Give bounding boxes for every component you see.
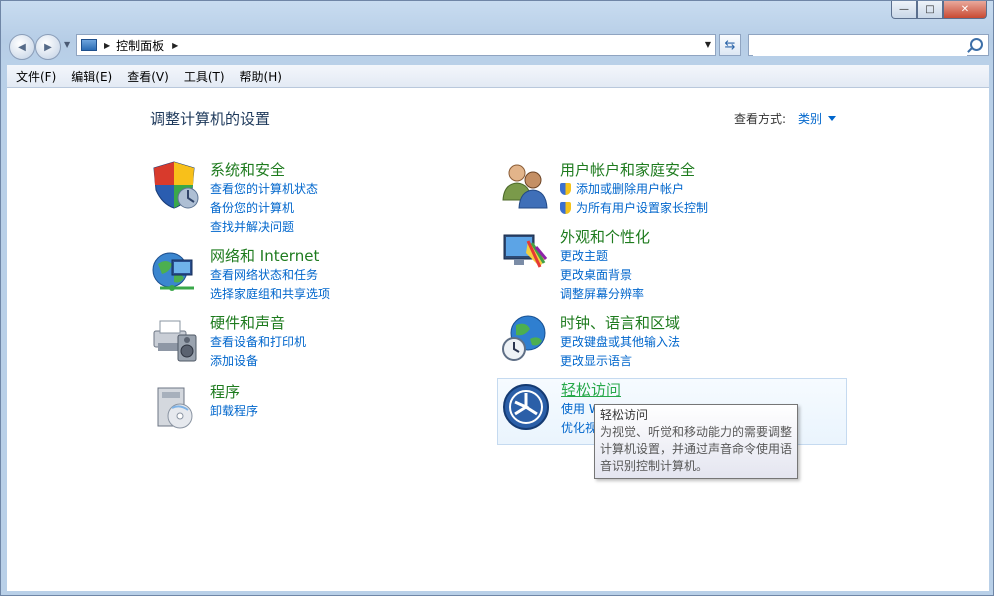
link-parental-controls[interactable]: 为所有用户设置家长控制 <box>560 199 708 218</box>
menu-view[interactable]: 查看(V) <box>118 68 175 85</box>
category-title[interactable]: 网络和 Internet <box>210 246 330 266</box>
view-by: 查看方式: 类别 <box>734 110 837 127</box>
link-view-computer-status[interactable]: 查看您的计算机状态 <box>210 180 318 199</box>
category-hardware-sound: 硬件和声音 查看设备和打印机 添加设备 <box>150 313 450 369</box>
users-icon[interactable] <box>500 160 550 210</box>
link-backup-computer[interactable]: 备份您的计算机 <box>210 199 318 218</box>
back-arrow-icon: ◀ <box>18 41 26 53</box>
network-globe-icon[interactable] <box>150 246 200 296</box>
forward-arrow-icon: ▶ <box>44 41 52 53</box>
tooltip: 轻松访问 为视觉、听觉和移动能力的需要调整计算机设置，并通过声音命令使用语音识别… <box>594 404 798 479</box>
category-title[interactable]: 系统和安全 <box>210 160 318 180</box>
forward-button[interactable]: ▶ <box>35 34 61 60</box>
content-area: 调整计算机的设置 查看方式: 类别 系统和安全 查看您的计算机状态 备份您的计算… <box>7 88 989 591</box>
menu-tools[interactable]: 工具(T) <box>175 68 231 85</box>
link-display-language[interactable]: 更改显示语言 <box>560 352 680 371</box>
display-palette-icon[interactable] <box>500 227 550 277</box>
view-by-dropdown[interactable]: 类别 <box>798 110 822 127</box>
globe-clock-icon[interactable] <box>500 313 550 363</box>
address-dropdown-icon[interactable]: ▼ <box>705 40 711 49</box>
category-programs: 程序 卸载程序 <box>150 382 450 432</box>
link-homegroup-sharing[interactable]: 选择家庭组和共享选项 <box>210 285 330 304</box>
category-clock-language-region: 时钟、语言和区域 更改键盘或其他输入法 更改显示语言 <box>500 313 840 369</box>
breadcrumb-arrow-icon[interactable]: ▶ <box>172 41 178 50</box>
search-icon[interactable] <box>970 38 983 51</box>
printer-speaker-icon[interactable] <box>150 313 200 363</box>
category-title[interactable]: 时钟、语言和区域 <box>560 313 680 333</box>
back-button[interactable]: ◀ <box>9 34 35 60</box>
link-uninstall-program[interactable]: 卸载程序 <box>210 402 258 421</box>
category-network-internet: 网络和 Internet 查看网络状态和任务 选择家庭组和共享选项 <box>150 246 450 302</box>
caption-buttons: — □ ✕ <box>891 1 987 19</box>
uac-shield-icon <box>560 183 571 195</box>
programs-box-icon[interactable] <box>150 382 200 432</box>
minimize-button[interactable]: — <box>891 1 917 19</box>
address-bar[interactable]: ▶ 控制面板 ▶ ▼ <box>76 34 716 56</box>
link-add-device[interactable]: 添加设备 <box>210 352 306 371</box>
menu-bar: 文件(F) 编辑(E) 查看(V) 工具(T) 帮助(H) <box>7 65 989 88</box>
link-troubleshoot[interactable]: 查找并解决问题 <box>210 218 318 237</box>
chevron-down-icon[interactable] <box>828 116 837 121</box>
category-title[interactable]: 硬件和声音 <box>210 313 306 333</box>
menu-file[interactable]: 文件(F) <box>7 68 62 85</box>
tooltip-body: 为视觉、听觉和移动能力的需要调整计算机设置，并通过声音命令使用语音识别控制计算机… <box>600 425 793 473</box>
view-by-label: 查看方式: <box>734 112 787 126</box>
search-input[interactable] <box>753 36 967 56</box>
refresh-icon: ⇆ <box>724 37 736 53</box>
category-system-security: 系统和安全 查看您的计算机状态 备份您的计算机 查找并解决问题 <box>150 160 450 234</box>
link-keyboard-input[interactable]: 更改键盘或其他输入法 <box>560 333 680 352</box>
control-panel-icon <box>81 39 97 51</box>
link-network-status[interactable]: 查看网络状态和任务 <box>210 266 330 285</box>
close-button[interactable]: ✕ <box>943 1 987 19</box>
page-title: 调整计算机的设置 <box>150 110 271 128</box>
category-user-accounts: 用户帐户和家庭安全 添加或删除用户帐户 为所有用户设置家长控制 <box>500 160 840 220</box>
search-box[interactable] <box>748 34 989 56</box>
breadcrumb-arrow-icon[interactable]: ▶ <box>104 41 110 50</box>
category-title[interactable]: 程序 <box>210 382 258 402</box>
ease-of-access-icon[interactable] <box>501 382 551 432</box>
link-screen-resolution[interactable]: 调整屏幕分辨率 <box>560 285 650 304</box>
tooltip-title: 轻松访问 <box>600 408 649 422</box>
link-change-theme[interactable]: 更改主题 <box>560 247 650 266</box>
refresh-button[interactable]: ⇆ <box>719 34 741 56</box>
navigation-bar: ◀ ▶ ▼ ▶ 控制面板 ▶ ▼ ⇆ <box>7 31 989 61</box>
category-title[interactable]: 用户帐户和家庭安全 <box>560 160 708 180</box>
maximize-button[interactable]: □ <box>917 1 943 19</box>
uac-shield-icon <box>560 202 571 214</box>
link-add-remove-accounts[interactable]: 添加或删除用户帐户 <box>560 180 708 199</box>
category-appearance: 外观和个性化 更改主题 更改桌面背景 调整屏幕分辨率 <box>500 227 840 301</box>
menu-help[interactable]: 帮助(H) <box>231 68 288 85</box>
menu-edit[interactable]: 编辑(E) <box>62 68 118 85</box>
recent-pages-dropdown-icon[interactable]: ▼ <box>64 40 70 49</box>
window-frame: — □ ✕ ◀ ▶ ▼ ▶ 控制面板 ▶ ▼ ⇆ 文件(F) 编辑(E) 查看(… <box>0 0 994 596</box>
link-devices-printers[interactable]: 查看设备和打印机 <box>210 333 306 352</box>
link-desktop-background[interactable]: 更改桌面背景 <box>560 266 650 285</box>
breadcrumb-control-panel[interactable]: 控制面板 <box>116 37 164 54</box>
category-title[interactable]: 外观和个性化 <box>560 227 650 247</box>
category-title[interactable]: 轻松访问 <box>561 380 621 400</box>
shield-icon[interactable] <box>150 160 200 210</box>
